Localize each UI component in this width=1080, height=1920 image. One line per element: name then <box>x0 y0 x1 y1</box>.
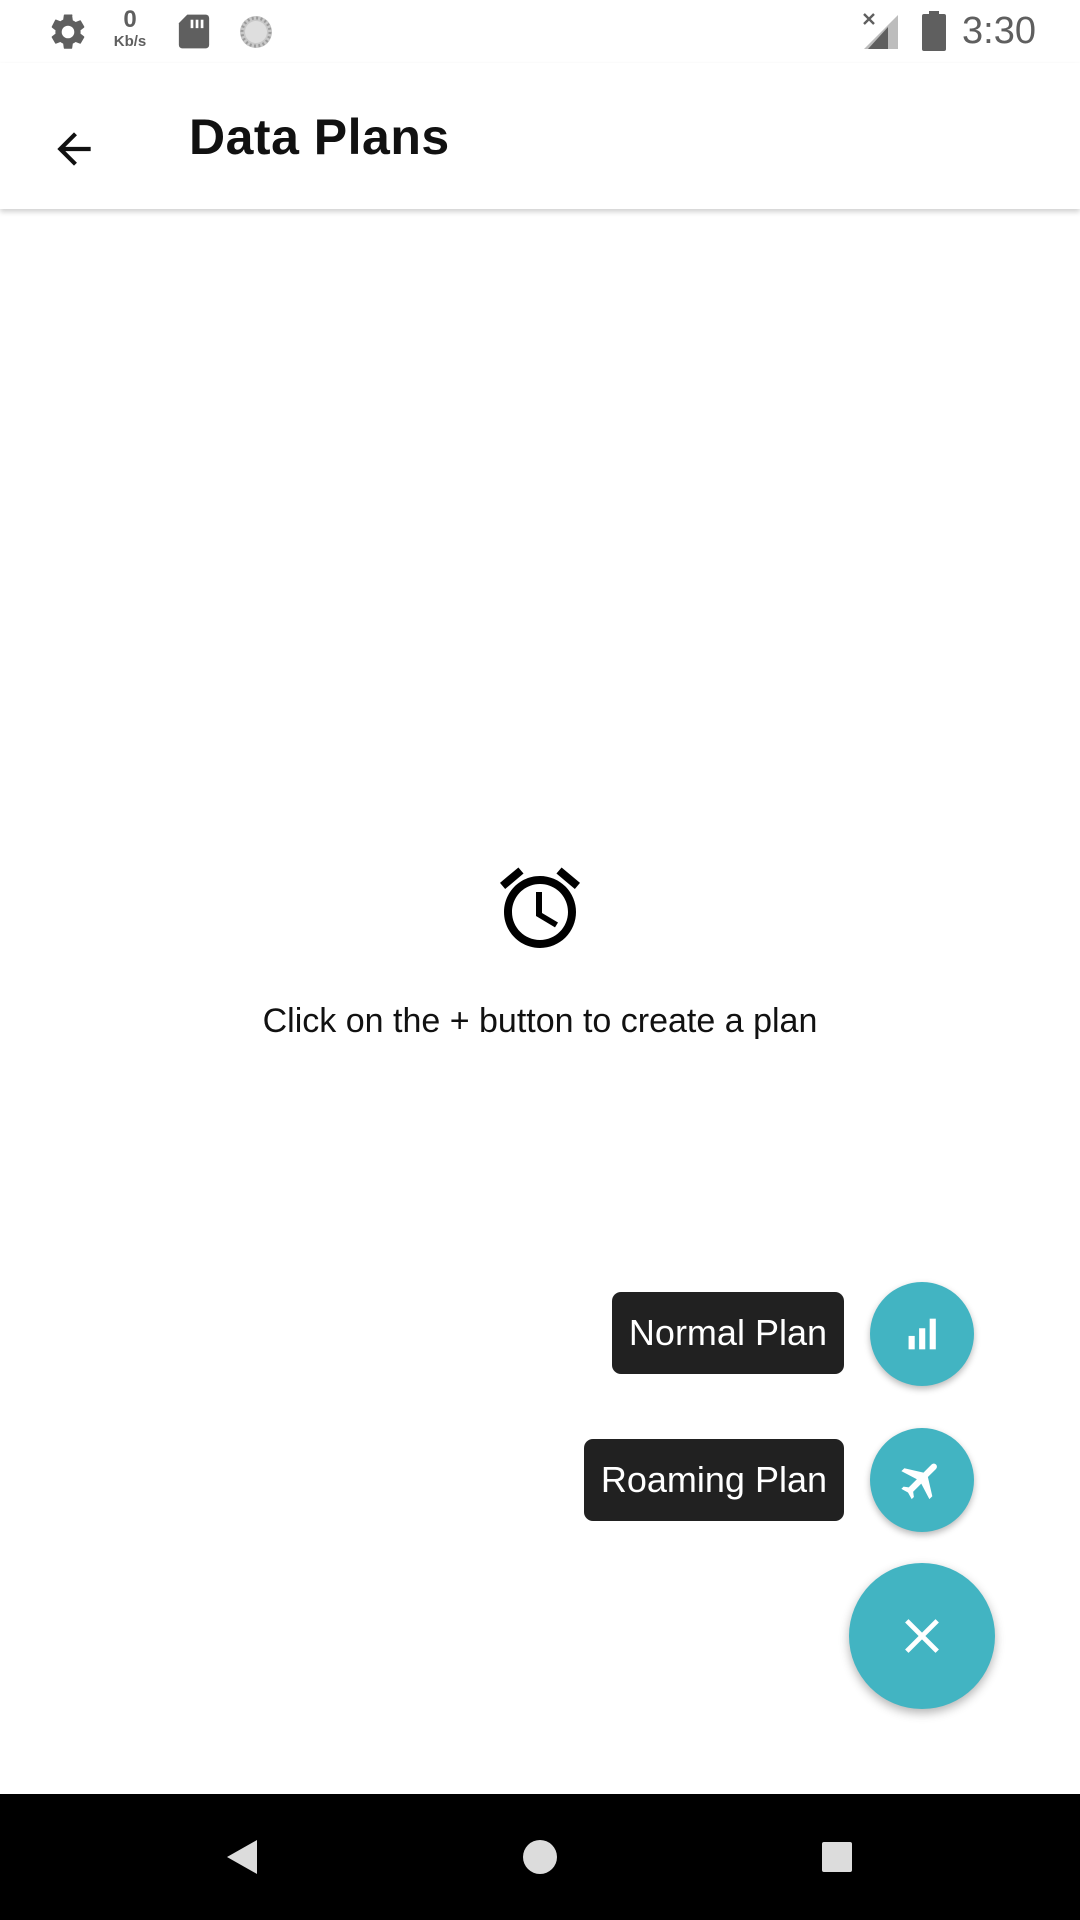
arrow-left-icon <box>57 132 91 166</box>
nav-recents-button[interactable] <box>802 1822 872 1892</box>
normal-plan-button[interactable] <box>870 1282 974 1386</box>
fab-close-button[interactable] <box>849 1563 995 1709</box>
roaming-plan-button[interactable] <box>870 1428 974 1532</box>
roaming-plan-label[interactable]: Roaming Plan <box>583 1439 844 1521</box>
bar-chart-icon <box>908 1318 936 1350</box>
alarm-clock-icon <box>500 867 580 948</box>
status-time: 3:30 <box>962 10 1036 52</box>
airplane-icon <box>901 1463 937 1500</box>
empty-state: Click on the + button to create a plan <box>0 860 1080 1042</box>
battery-icon <box>922 11 946 51</box>
navigation-bar <box>0 1794 1080 1920</box>
nav-home-button[interactable] <box>505 1822 575 1892</box>
sync-icon <box>240 16 272 48</box>
nav-recents-icon <box>822 1842 852 1872</box>
normal-plan-label[interactable]: Normal Plan <box>611 1292 844 1374</box>
nav-back-icon <box>227 1840 257 1874</box>
gear-icon <box>51 14 85 49</box>
nav-back-button[interactable] <box>206 1822 276 1892</box>
sd-card-icon <box>178 14 210 49</box>
network-speed: 0 Kb/s <box>107 6 153 50</box>
nav-home-icon <box>523 1840 557 1874</box>
page-title: Data Plans <box>189 109 450 165</box>
network-speed-unit: Kb/s <box>113 33 147 50</box>
app-bar: Data Plans <box>0 63 1080 209</box>
status-bar: 0 Kb/s 3:30 <box>0 0 1080 63</box>
close-icon <box>905 1619 939 1653</box>
back-button[interactable] <box>30 105 118 193</box>
empty-state-message: Click on the + button to create a plan <box>262 1002 818 1040</box>
network-speed-value: 0 <box>123 6 137 33</box>
signal-off-icon <box>863 13 898 49</box>
